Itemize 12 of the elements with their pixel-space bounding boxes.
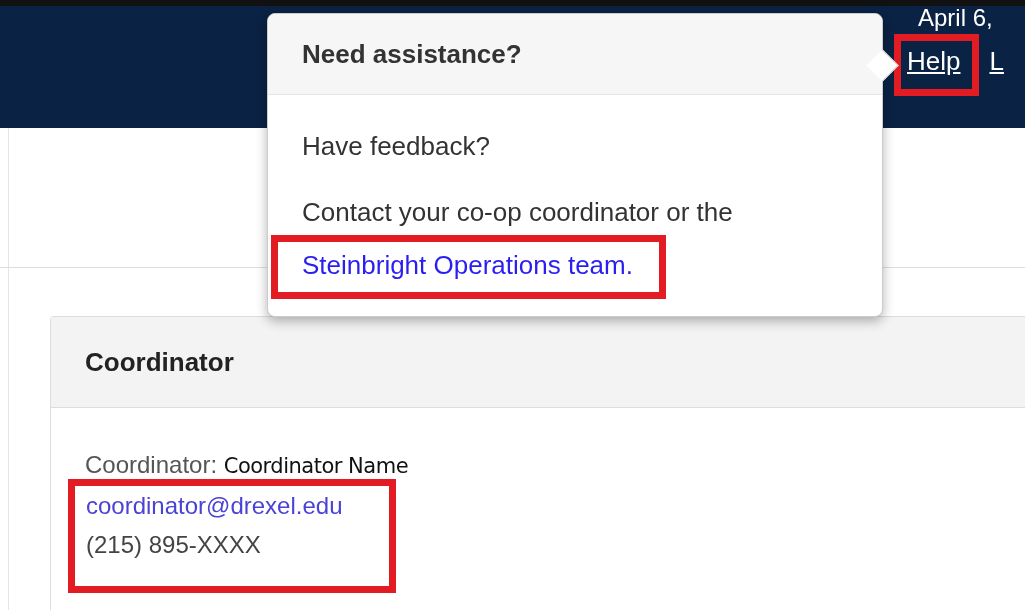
contact-text: Contact your co-op coordinator or the Steinbright Operations team. bbox=[302, 189, 862, 299]
header-link[interactable]: L bbox=[989, 46, 1004, 76]
header-link[interactable]: Help bbox=[907, 46, 961, 76]
date-text: April 6, bbox=[918, 6, 993, 30]
field-label: Coordinator: bbox=[85, 451, 218, 478]
card-title: Coordinator bbox=[85, 346, 234, 378]
coordinator-name: Coordinator Name bbox=[223, 454, 409, 478]
popover-title: Need assistance? bbox=[302, 38, 522, 70]
email-link[interactable]: coordinator@drexel.edu bbox=[86, 486, 343, 526]
question-text: Have feedback? bbox=[302, 130, 491, 163]
operations-link[interactable]: Steinbright Operations team. bbox=[302, 250, 633, 280]
phone-text: (215) 895-XXXX bbox=[86, 530, 261, 560]
